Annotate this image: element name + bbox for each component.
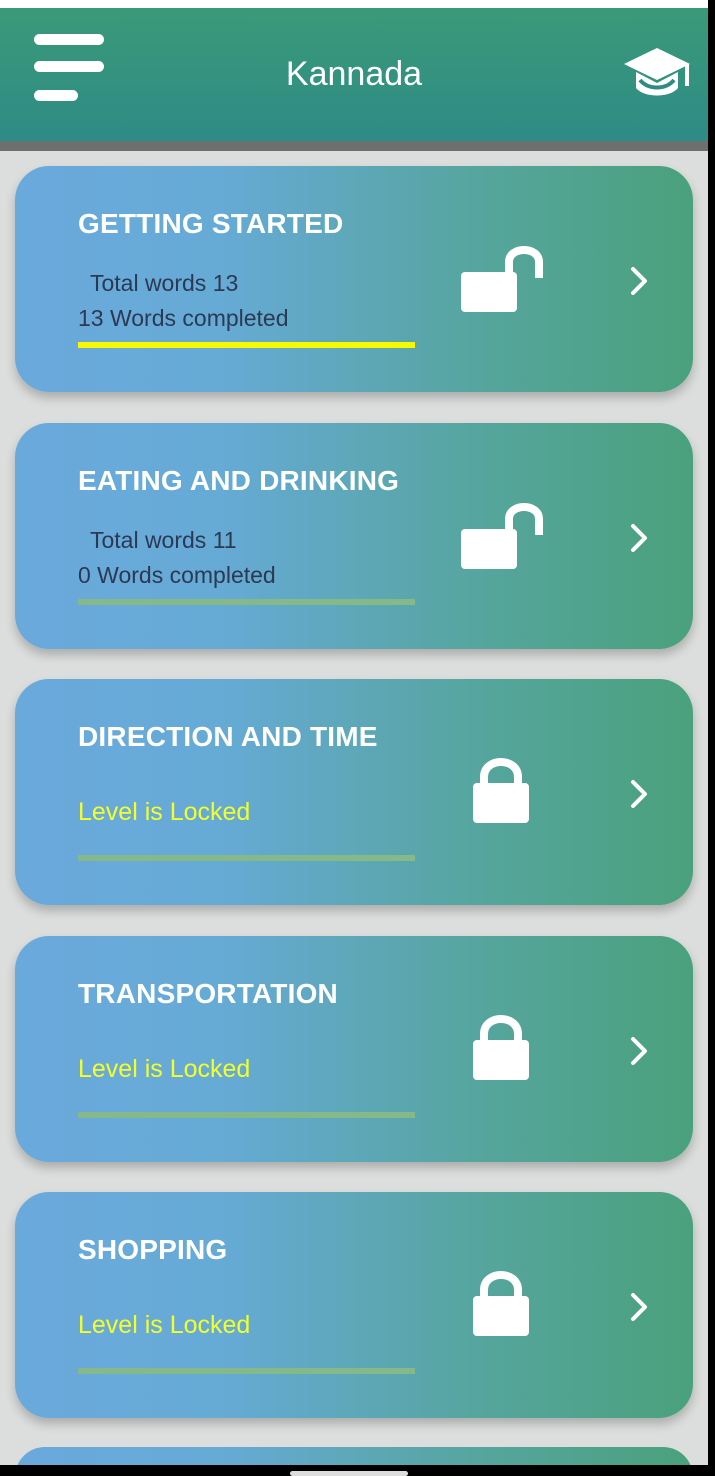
lock-icon — [472, 1268, 530, 1343]
chevron-right-icon[interactable] — [625, 1289, 655, 1325]
level-title: TRANSPORTATION — [78, 978, 338, 1009]
progress-fill — [78, 342, 415, 348]
chevron-right-icon[interactable] — [625, 263, 655, 299]
lock-icon — [472, 755, 530, 830]
level-progress-bar — [78, 599, 415, 605]
level-card-partial[interactable] — [15, 1447, 693, 1465]
levels-list: GETTING STARTED Total words 13 13 Words … — [0, 151, 708, 1465]
level-total-words: Total words 13 — [84, 270, 239, 296]
chevron-right-icon[interactable] — [625, 520, 655, 556]
status-strip — [0, 0, 708, 8]
lock-icon — [472, 1012, 530, 1087]
unlocked-icon — [461, 244, 545, 321]
level-title: GETTING STARTED — [78, 208, 344, 239]
level-card-eating-and-drinking[interactable]: EATING AND DRINKING Total words 11 0 Wor… — [15, 423, 693, 649]
level-title: DIRECTION AND TIME — [78, 721, 378, 752]
unlocked-icon — [461, 501, 545, 578]
page-title: Kannada — [285, 55, 423, 93]
level-progress-bar — [78, 1368, 415, 1374]
level-locked-text: Level is Locked — [78, 1311, 251, 1339]
graduation-cap-icon[interactable] — [622, 44, 692, 104]
level-title: SHOPPING — [78, 1234, 228, 1265]
level-title: EATING AND DRINKING — [78, 465, 400, 496]
level-total-words: Total words 11 — [84, 527, 237, 553]
level-progress-bar — [78, 855, 415, 861]
chevron-right-icon[interactable] — [625, 1033, 655, 1069]
level-progress-bar — [78, 342, 415, 348]
chevron-right-icon[interactable] — [625, 776, 655, 812]
app-bar-shadow — [0, 141, 708, 151]
level-locked-text: Level is Locked — [78, 1055, 251, 1083]
level-card-shopping[interactable]: SHOPPING Level is Locked — [15, 1192, 693, 1418]
level-card-getting-started[interactable]: GETTING STARTED Total words 13 13 Words … — [15, 166, 693, 392]
level-words-completed: 0 Words completed — [78, 562, 276, 588]
level-card-direction-and-time[interactable]: DIRECTION AND TIME Level is Locked — [15, 679, 693, 905]
level-words-completed: 13 Words completed — [78, 305, 289, 331]
screen-edge — [708, 0, 715, 1476]
level-progress-bar — [78, 1112, 415, 1118]
home-indicator[interactable] — [290, 1471, 408, 1476]
level-locked-text: Level is Locked — [78, 798, 251, 826]
level-card-transportation[interactable]: TRANSPORTATION Level is Locked — [15, 936, 693, 1162]
